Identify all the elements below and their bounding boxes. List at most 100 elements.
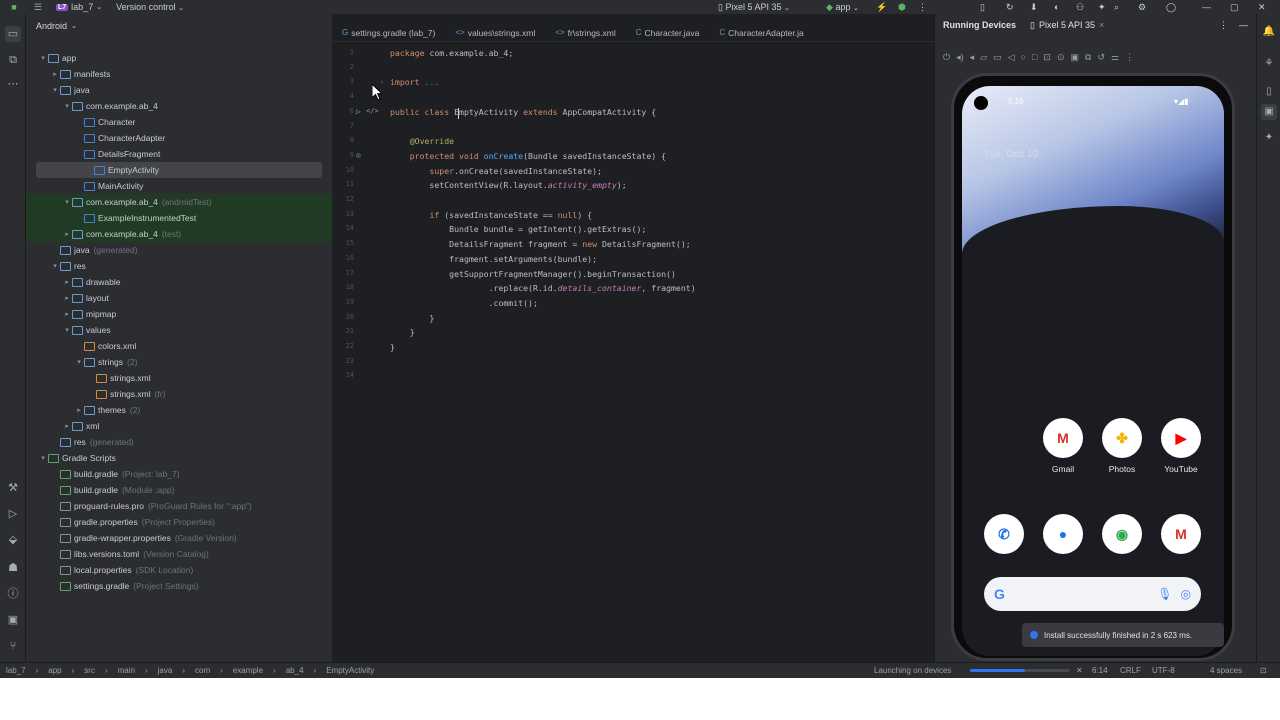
tree-item[interactable]: proguard-rules.pro (ProGuard Rules for ":… [26,498,332,514]
device-tab[interactable]: ▯ Pixel 5 API 35 × [1030,20,1104,31]
mirror-icon[interactable]: ⧉ [1085,52,1091,66]
code-line[interactable]: } [390,313,434,323]
resource-manager-icon[interactable]: ⧉ [5,52,21,68]
minimize-icon[interactable]: — [1202,2,1211,12]
microphone-icon[interactable]: 🎙 [1157,587,1172,601]
extended-controls-icon[interactable]: ⚌ [1111,52,1119,66]
project-view-selector[interactable]: Android ⌄ [26,14,332,38]
code-line[interactable]: setContentView(R.layout.activity_empty); [390,180,626,190]
debug-icon[interactable]: ⬢ [898,2,906,13]
more-icon[interactable]: ⋮ [918,2,927,13]
code-line[interactable]: @Override [390,136,454,146]
tree-item[interactable]: ▸ themes (2) [26,402,332,418]
code-line[interactable]: DetailsFragment fragment = new DetailsFr… [390,239,691,249]
chevron-icon[interactable]: ▾ [38,54,48,62]
tree-item[interactable]: ▾ res [26,258,332,274]
back-icon[interactable]: ◁ [1008,52,1015,66]
gemini-icon[interactable]: ✦ [1098,2,1106,13]
tree-item[interactable]: ▾ Gradle Scripts [26,450,332,466]
app-icon[interactable]: ▶ [1161,418,1201,458]
app-inspection-icon[interactable]: ⬙ [5,532,21,548]
tree-item[interactable]: ▾ java [26,82,332,98]
date-text[interactable]: Tue, Dec 10 [984,149,1038,160]
background-task-label[interactable]: Launching on devices [874,666,951,675]
tree-item[interactable]: ▸ com.example.ab_4 (test) [26,226,332,242]
tree-item[interactable]: EmptyActivity [36,162,322,178]
code-line[interactable]: getSupportFragmentManager().beginTransac… [390,269,676,279]
minimize-panel-icon[interactable]: — [1239,20,1248,30]
tree-item[interactable]: gradle-wrapper.properties (Gradle Version… [26,530,332,546]
tree-item[interactable]: ▾ values [26,322,332,338]
device-manager-icon[interactable]: ▯ [1261,84,1277,100]
power-icon[interactable]: ⏻ [943,52,950,66]
run-gutter-icon[interactable]: ▷ [356,107,361,116]
code-line[interactable]: .commit(); [390,298,538,308]
breadcrumb-item[interactable]: ab_4 [286,666,304,675]
terminal-icon[interactable]: ▣ [5,612,21,628]
line-separator[interactable]: CRLF [1120,666,1141,675]
tree-item[interactable]: build.gradle (Project: lab_7) [26,466,332,482]
gear-icon[interactable]: ⚙ [1138,2,1146,13]
sdk-icon[interactable]: ⬇ [1030,2,1038,13]
dock-app-icon[interactable]: ● [1043,514,1083,554]
code-line[interactable]: if (savedInstanceState == null) { [390,210,592,220]
tree-item[interactable]: ▸ mipmap [26,306,332,322]
snapshot-icon[interactable]: ↺ [1097,52,1105,66]
device-screen[interactable]: 5:16 ▾◢▮ Tue, Dec 10 M Gmail ✤ Photos ▶ YouTu… [962,86,1224,656]
chevron-icon[interactable]: ▾ [62,102,72,110]
editor-tab[interactable]: C CharacterAdapter.ja [709,28,813,38]
dock-app-icon[interactable]: ✆ [984,514,1024,554]
tree-item[interactable]: colors.xml [26,338,332,354]
chevron-icon[interactable]: ▾ [62,326,72,334]
tree-item[interactable]: build.gradle (Module :app) [26,482,332,498]
device-selector[interactable]: ▯ Pixel 5 API 35 ⌄ [718,2,790,13]
tree-item[interactable]: libs.versions.toml (Version Catalog) [26,546,332,562]
breadcrumb-item[interactable]: example [233,666,263,675]
code-line[interactable]: fragment.setArguments(bundle); [390,254,597,264]
caret-position[interactable]: 6:14 [1092,666,1108,675]
google-search-bar[interactable]: G 🎙 ◎ [984,577,1201,611]
code-line[interactable]: } [390,327,415,337]
app-icon[interactable]: M [1043,418,1083,458]
notifications-icon[interactable]: 🔔 [1261,24,1277,40]
code-line[interactable]: } [390,342,395,352]
tree-item[interactable]: local.properties (SDK Location) [26,562,332,578]
chevron-icon[interactable]: ▾ [50,262,60,270]
encoding[interactable]: UTF-8 [1152,666,1175,675]
tree-item[interactable]: strings.xml [26,370,332,386]
chevron-icon[interactable]: ▾ [38,454,48,462]
overview-icon[interactable]: □ [1032,52,1037,66]
tree-item[interactable]: CharacterAdapter [26,130,332,146]
code-line[interactable]: Bundle bundle = getIntent().getExtras(); [390,224,646,234]
breadcrumb-item[interactable]: com [195,666,210,675]
build-icon[interactable]: ⚒ [5,480,21,496]
more-tools-icon[interactable]: ⋯ [5,76,21,92]
tree-item[interactable]: Character [26,114,332,130]
chevron-icon[interactable]: ▾ [74,358,84,366]
tree-item[interactable]: ▸ xml [26,418,332,434]
code-editor[interactable]: ▷ </> ⊙ › 1 package com.example.ab_4; 2 3 im… [332,44,934,662]
app-icon[interactable]: ✤ [1102,418,1142,458]
main-menu-icon[interactable]: ☰ [28,2,48,13]
screenshot-icon[interactable]: ⊙ [1057,52,1065,66]
chevron-icon[interactable]: ▸ [62,230,72,238]
code-with-me-icon[interactable]: ⚇ [1076,2,1084,13]
tree-item[interactable]: ▾ app [26,50,332,66]
breadcrumb-item[interactable]: src [84,666,95,675]
gradle-icon[interactable]: ⚘ [1261,56,1277,72]
more-icon[interactable]: ⋮ [1125,52,1134,66]
breadcrumb-item[interactable]: main [118,666,135,675]
editor-tab[interactable]: <> values\strings.xml [445,28,545,38]
chevron-icon[interactable]: ▾ [62,198,72,206]
tree-item[interactable]: ▸ layout [26,290,332,306]
logcat-icon[interactable]: ☗ [5,560,21,576]
sync-icon[interactable]: ↻ [1006,2,1014,13]
chevron-icon[interactable]: ▸ [74,406,84,414]
code-line[interactable]: public class EmptyActivity extends AppCo… [390,107,656,117]
device-manager-icon[interactable]: ▯ [980,2,985,13]
code-line[interactable]: protected void onCreate(Bundle savedInst… [390,151,666,161]
folder-icon[interactable]: ▭ [5,26,21,42]
rotate-right-icon[interactable]: ▭ [993,52,1002,66]
chevron-icon[interactable]: ▸ [62,310,72,318]
fold-icon[interactable]: ⊡ [1043,52,1051,66]
